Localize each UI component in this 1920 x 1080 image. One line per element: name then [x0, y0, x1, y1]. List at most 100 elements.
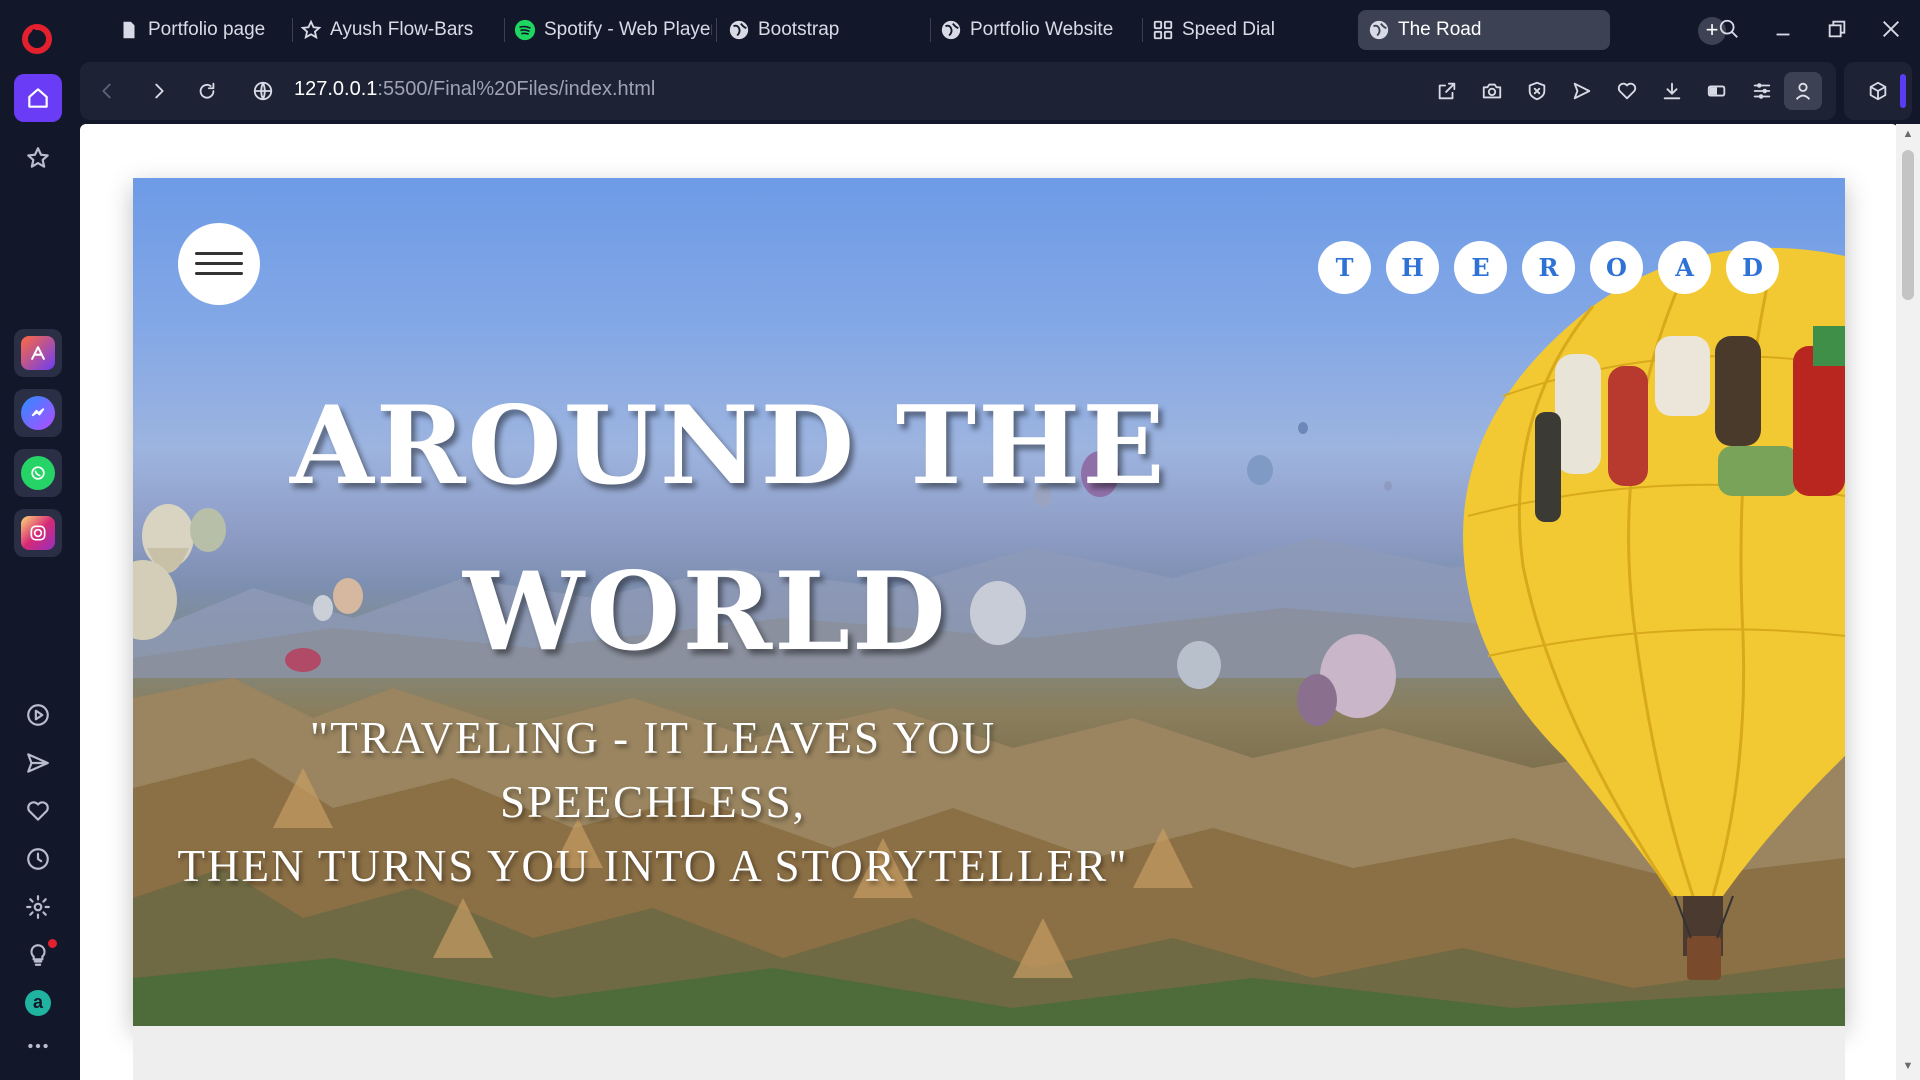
url-field[interactable]: 127.0.0.1:5500/Final%20Files/index.html: [294, 78, 655, 101]
grid-icon: [1152, 19, 1174, 41]
brand-letter: T: [1318, 241, 1371, 294]
close-window-button[interactable]: [1876, 14, 1906, 44]
tab-separator: [504, 18, 505, 42]
search-tabs-button[interactable]: [1714, 14, 1744, 44]
tab-ayush-flow-bars[interactable]: Ayush Flow-Bars: [300, 10, 500, 50]
quote-line1: "TRAVELING - IT LEAVES YOU SPEECHLESS,: [309, 713, 997, 827]
flow-button[interactable]: [1567, 76, 1597, 106]
whatsapp-button[interactable]: [14, 449, 62, 497]
scroll-down-arrow[interactable]: ▼: [1902, 1060, 1914, 1072]
hero-section: T H E R O A D AROUND THE WORLD "TRAVELIN…: [133, 178, 1845, 1026]
snapshot-button[interactable]: [1477, 76, 1507, 106]
spotify-icon: [514, 19, 536, 41]
share-icon: [1438, 82, 1456, 100]
brand-logo[interactable]: T H E R O A D: [1318, 241, 1779, 294]
menu-line: [195, 262, 243, 265]
more-button[interactable]: [14, 1022, 62, 1070]
aria-button[interactable]: [14, 329, 62, 377]
url-host: 127.0.0.1: [294, 78, 378, 100]
forward-button[interactable]: [144, 76, 174, 106]
browser-window: a Portfolio page Ayush Flow-Bars Spotify…: [0, 0, 1920, 1080]
scroll-thumb[interactable]: [1902, 150, 1914, 300]
opera-logo-icon[interactable]: [22, 24, 52, 54]
amazon-button[interactable]: a: [14, 979, 62, 1027]
favorites-button[interactable]: [14, 787, 62, 835]
easy-setup-button[interactable]: [1747, 76, 1777, 106]
brand-letter: E: [1454, 241, 1507, 294]
adblock-button[interactable]: [1522, 76, 1552, 106]
tab-portfolio-website[interactable]: Portfolio Website: [940, 10, 1140, 50]
balloon-small: [1247, 455, 1273, 485]
minimize-button[interactable]: [1768, 14, 1798, 44]
site-info-button[interactable]: [248, 76, 278, 106]
next-section: [133, 1026, 1845, 1080]
tab-label: Spotify - Web Player: [544, 19, 712, 40]
lightbulb-icon: [30, 944, 46, 966]
quote-line2: THEN TURNS YOU INTO A STORYTELLER": [177, 841, 1129, 891]
page-icon: [118, 19, 140, 41]
brand-letter: O: [1590, 241, 1643, 294]
tab-separator: [292, 18, 293, 42]
messenger-button[interactable]: [14, 389, 62, 437]
camera-icon: [1482, 83, 1502, 99]
hero-quote: "TRAVELING - IT LEAVES YOU SPEECHLESS, T…: [173, 706, 1133, 898]
tab-label: Speed Dial: [1182, 19, 1275, 40]
reload-button[interactable]: [192, 76, 222, 106]
tab-the-road[interactable]: The Road: [1358, 10, 1610, 50]
restore-button[interactable]: [1822, 14, 1852, 44]
tab-label: Bootstrap: [758, 19, 840, 40]
messenger-icon: [21, 396, 55, 430]
minimize-icon: [1776, 33, 1790, 36]
url-path: :5500/Final%20Files/index.html: [377, 78, 656, 100]
share-button[interactable]: [1432, 76, 1462, 106]
tab-speed-dial[interactable]: Speed Dial: [1152, 10, 1352, 50]
balloon-small: [1177, 641, 1221, 689]
history-button[interactable]: [14, 835, 62, 883]
aria-icon: [21, 336, 55, 370]
add-favorite-button[interactable]: [1612, 76, 1642, 106]
search-icon: [1719, 19, 1738, 38]
extensions-button[interactable]: [1863, 76, 1893, 106]
tab-separator: [930, 18, 931, 42]
globe-icon: [940, 19, 962, 41]
play-circle-icon: [27, 704, 49, 726]
profile-button[interactable]: [1784, 72, 1822, 110]
send-icon: [1573, 82, 1591, 100]
page-scrollbar[interactable]: ▲ ▼: [1896, 124, 1920, 1080]
balloon-small: [1384, 481, 1392, 491]
user-icon: [1795, 82, 1811, 100]
hamburger-menu-button[interactable]: [178, 223, 260, 305]
gear-icon: [26, 895, 50, 919]
cube-icon: [1869, 81, 1887, 101]
tab-portfolio-page[interactable]: Portfolio page: [118, 10, 288, 50]
heart-icon: [1617, 82, 1637, 100]
settings-button[interactable]: [14, 883, 62, 931]
menu-line: [195, 252, 243, 255]
balloon-small: [1297, 674, 1337, 726]
balloon-small: [313, 595, 333, 621]
tab-spotify[interactable]: Spotify - Web Player: [514, 10, 712, 50]
downloads-button[interactable]: [1657, 76, 1687, 106]
home-button[interactable]: [14, 74, 62, 122]
restore-icon: [1828, 20, 1846, 38]
instagram-icon: [21, 516, 55, 550]
back-button[interactable]: [92, 76, 122, 106]
balloon-small: [285, 648, 321, 672]
scroll-up-arrow[interactable]: ▲: [1902, 128, 1914, 140]
star-badge-icon: [300, 19, 322, 41]
shield-x-icon: [1528, 81, 1546, 101]
tab-label: Ayush Flow-Bars: [330, 19, 474, 40]
tab-strip: Portfolio page Ayush Flow-Bars Spotify -…: [76, 0, 1920, 58]
bookmarks-button[interactable]: [14, 134, 62, 182]
send-button[interactable]: [14, 739, 62, 787]
tips-button[interactable]: [14, 931, 62, 979]
battery-saver-button[interactable]: [1702, 76, 1732, 106]
notification-dot: [48, 939, 57, 948]
brand-letter: H: [1386, 241, 1439, 294]
tab-bootstrap[interactable]: Bootstrap: [728, 10, 928, 50]
download-icon: [1663, 82, 1681, 100]
tab-label: Portfolio page: [148, 19, 266, 40]
player-button[interactable]: [14, 691, 62, 739]
instagram-button[interactable]: [14, 509, 62, 557]
globe-icon: [728, 19, 750, 41]
